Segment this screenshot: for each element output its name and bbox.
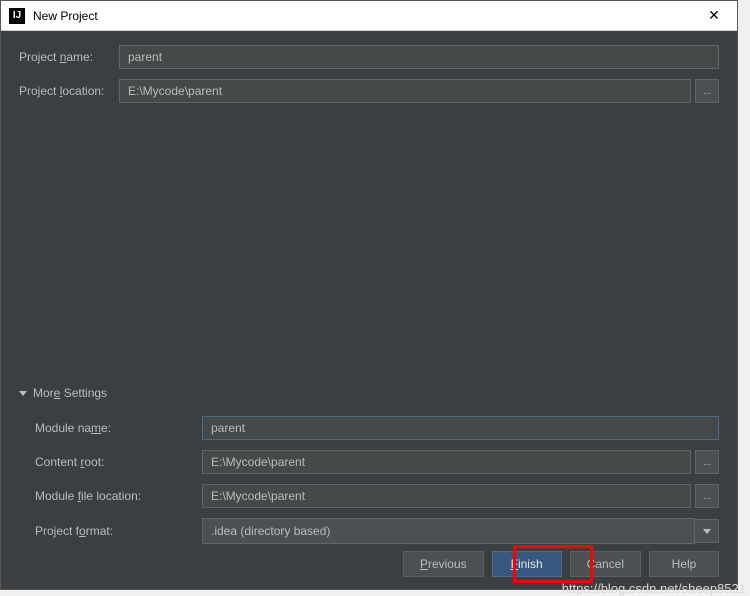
module-name-label: Module name: (35, 421, 202, 435)
watermark-text: https://blog.csdn.net/sheep8521 (562, 581, 746, 596)
project-location-row: Project location: ... (19, 79, 719, 103)
project-format-select[interactable]: .idea (directory based) (202, 518, 695, 544)
button-bar: Previous Finish Cancel Help (403, 551, 719, 577)
window-title: New Project (33, 9, 699, 23)
module-name-input[interactable] (202, 416, 719, 440)
browse-module-file-button[interactable]: ... (695, 484, 719, 508)
more-settings-toggle[interactable]: More Settings (19, 386, 719, 400)
module-file-location-row: Module file location: ... (35, 484, 719, 508)
module-file-location-label: Module file location: (35, 489, 202, 503)
project-format-row: Project format: .idea (directory based) (35, 518, 719, 544)
project-name-label: Project name: (19, 50, 119, 64)
dropdown-icon[interactable] (695, 519, 719, 543)
project-location-input[interactable] (119, 79, 691, 103)
cancel-button[interactable]: Cancel (570, 551, 641, 577)
module-file-location-input[interactable] (202, 484, 691, 508)
more-settings-section: Module name: Content root: ... Module fi… (19, 416, 719, 544)
content-root-row: Content root: ... (35, 450, 719, 474)
browse-location-button[interactable]: ... (695, 79, 719, 103)
module-name-row: Module name: (35, 416, 719, 440)
titlebar: IJ New Project ✕ (1, 1, 737, 31)
content-root-label: Content root: (35, 455, 202, 469)
project-format-label: Project format: (35, 524, 202, 538)
browse-content-root-button[interactable]: ... (695, 450, 719, 474)
app-icon: IJ (9, 8, 25, 24)
help-button[interactable]: Help (649, 551, 719, 577)
more-settings-label: More Settings (33, 386, 107, 400)
spacer (19, 113, 719, 378)
dialog-window: IJ New Project ✕ Project name: Project l… (0, 0, 738, 590)
dialog-content: Project name: Project location: ... More… (1, 31, 737, 568)
project-name-input[interactable] (119, 45, 719, 69)
chevron-down-icon (19, 391, 27, 396)
previous-button[interactable]: Previous (403, 551, 484, 577)
project-name-row: Project name: (19, 45, 719, 69)
content-root-input[interactable] (202, 450, 691, 474)
project-location-label: Project location: (19, 84, 119, 98)
close-icon[interactable]: ✕ (699, 1, 729, 31)
finish-button[interactable]: Finish (492, 551, 562, 577)
